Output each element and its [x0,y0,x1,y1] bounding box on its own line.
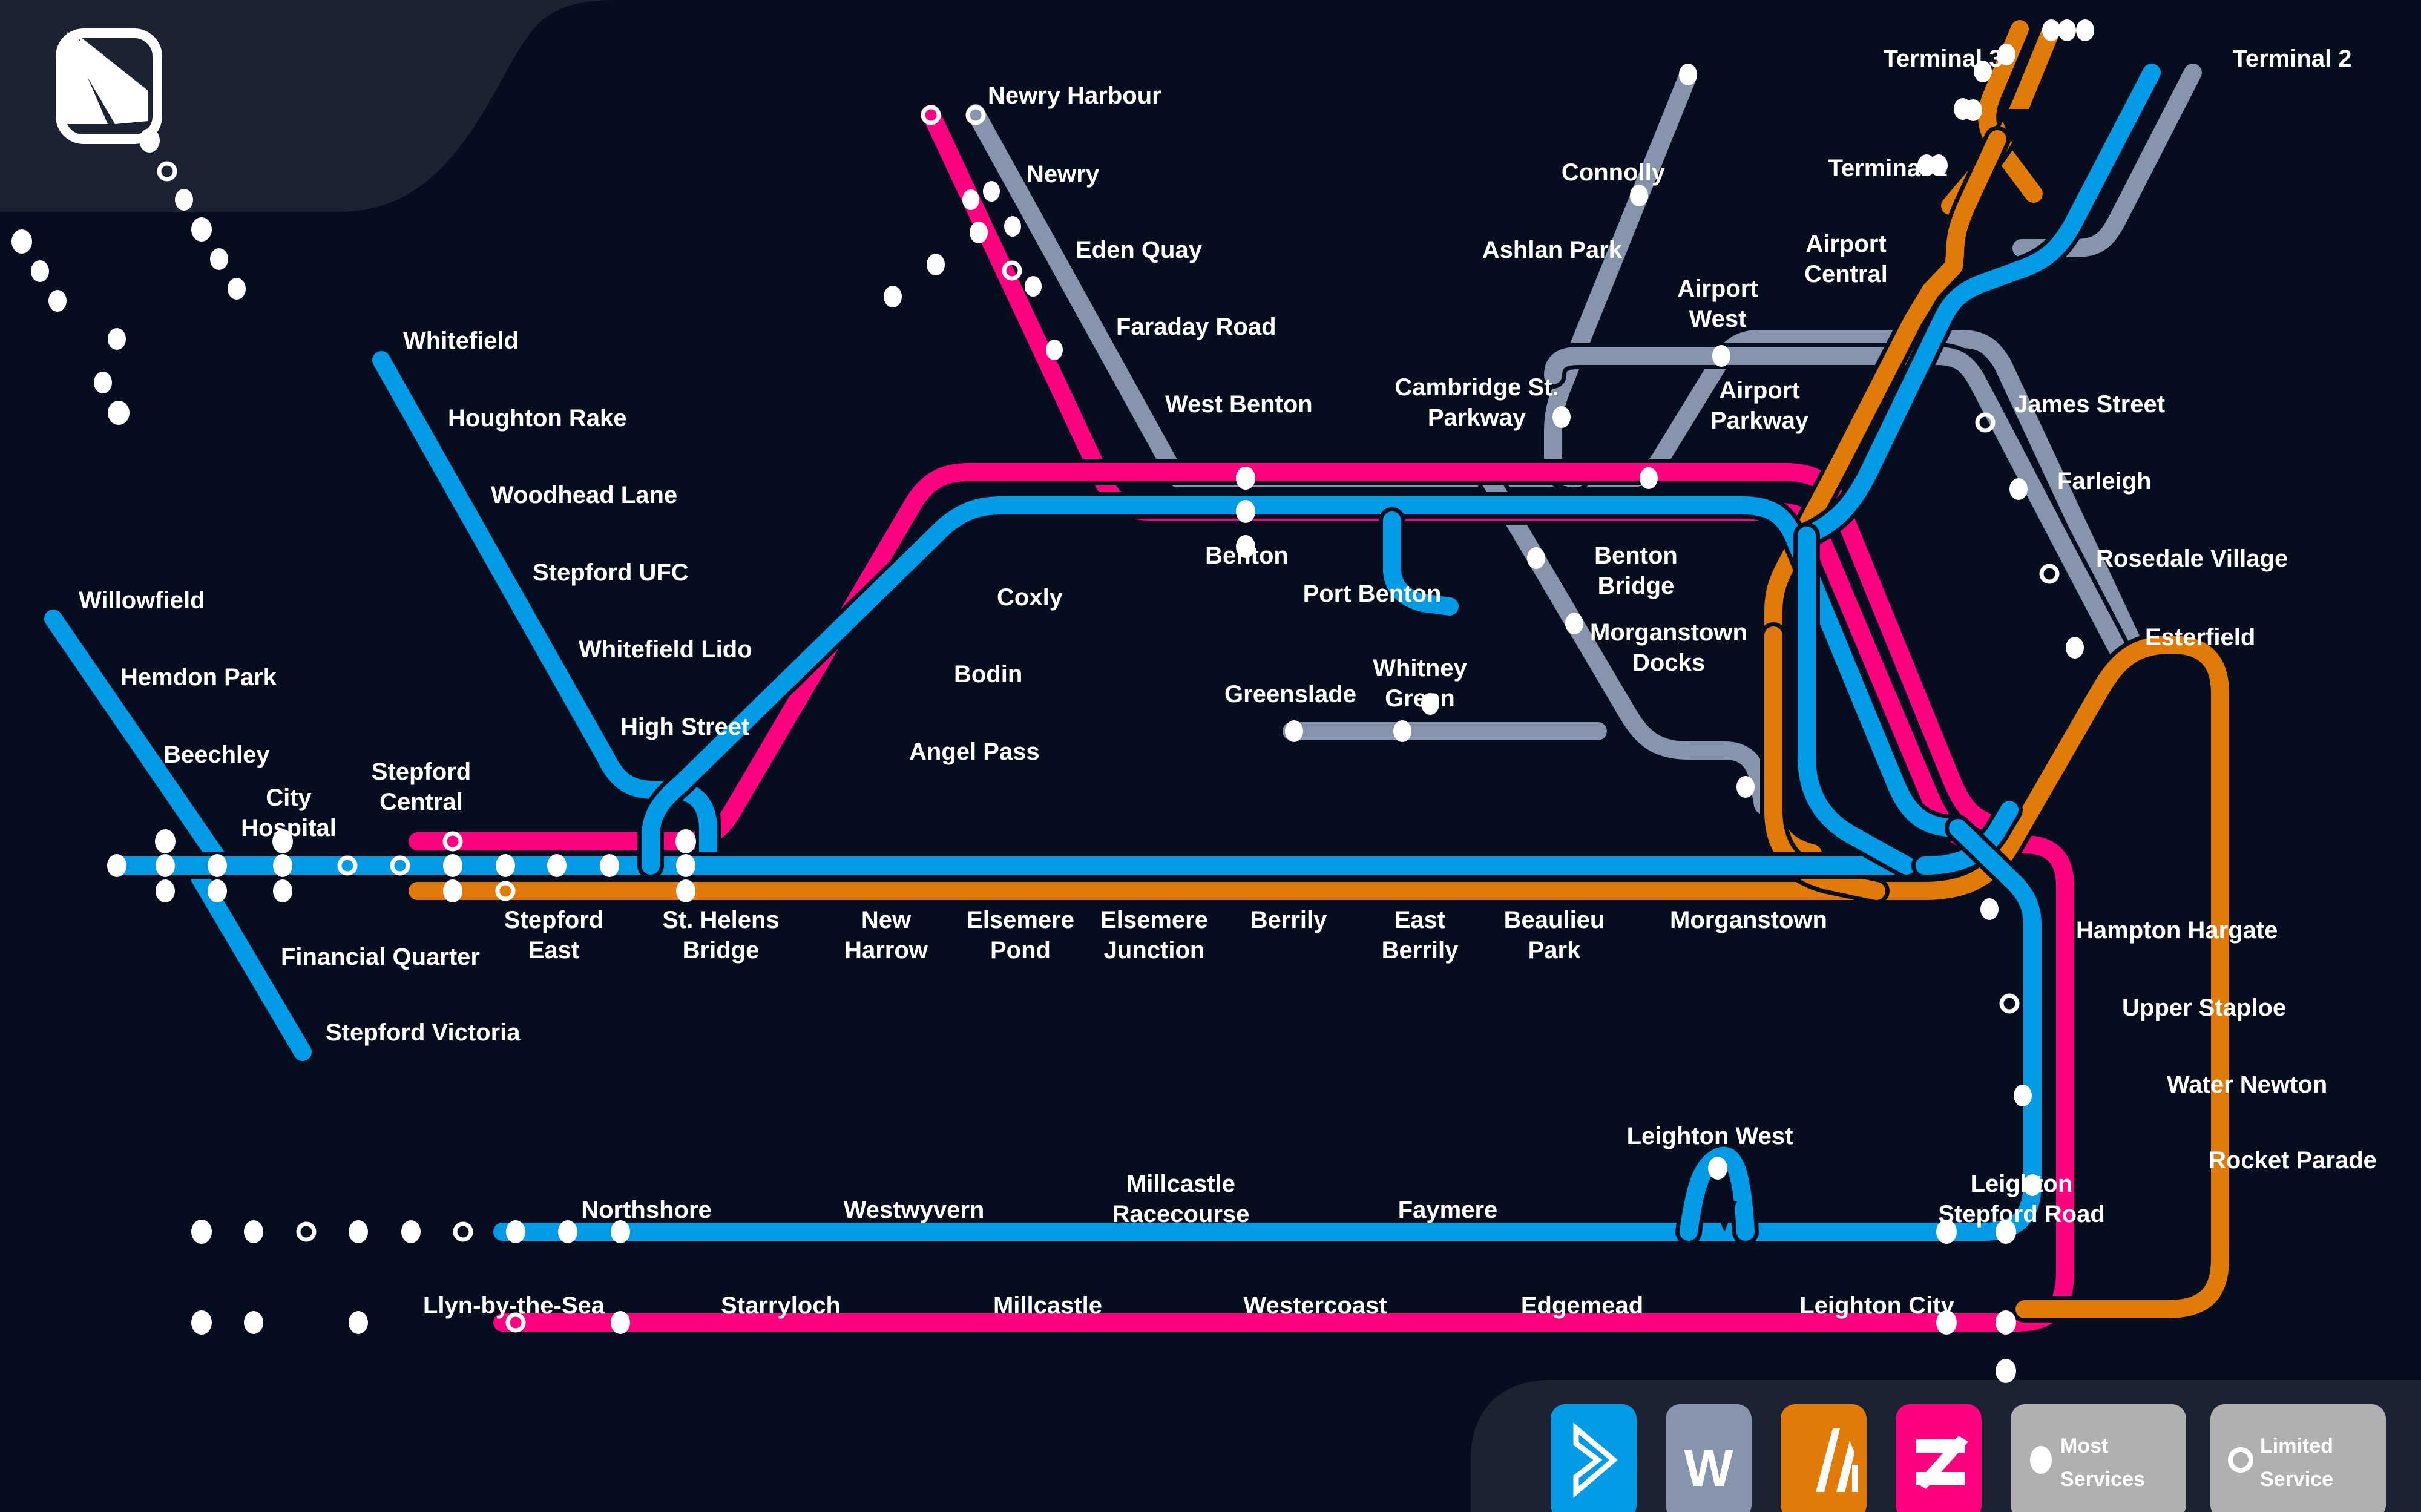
key-most-line1: Most [2060,1435,2108,1458]
legend-badge-grey[interactable]: W [1666,1404,1752,1512]
legend-key-most-services: Most Services [2011,1404,2186,1512]
legend-layer: W Most Services Limited Service [1551,1404,2386,1512]
legend-badge-orange[interactable] [1781,1404,1867,1512]
transit-map: .ln{fill:none;stroke-linecap:round;strok… [0,0,2421,1512]
key-limited-bg [2210,1404,2386,1512]
legend-badge-blue[interactable] [1551,1404,1637,1512]
key-limited-line1: Limited [2260,1435,2333,1458]
w-letter-icon: W [1684,1439,1733,1497]
key-limited-line2: Service [2260,1468,2333,1491]
legend-badge-pink[interactable] [1896,1404,1982,1512]
filled-station-icon [2030,1446,2052,1474]
a-letter-stroke [1852,1465,1858,1492]
key-most-line2: Services [2060,1468,2145,1491]
badge-orange-bg [1781,1404,1867,1512]
legend-key-limited-service: Limited Service [2210,1404,2386,1512]
